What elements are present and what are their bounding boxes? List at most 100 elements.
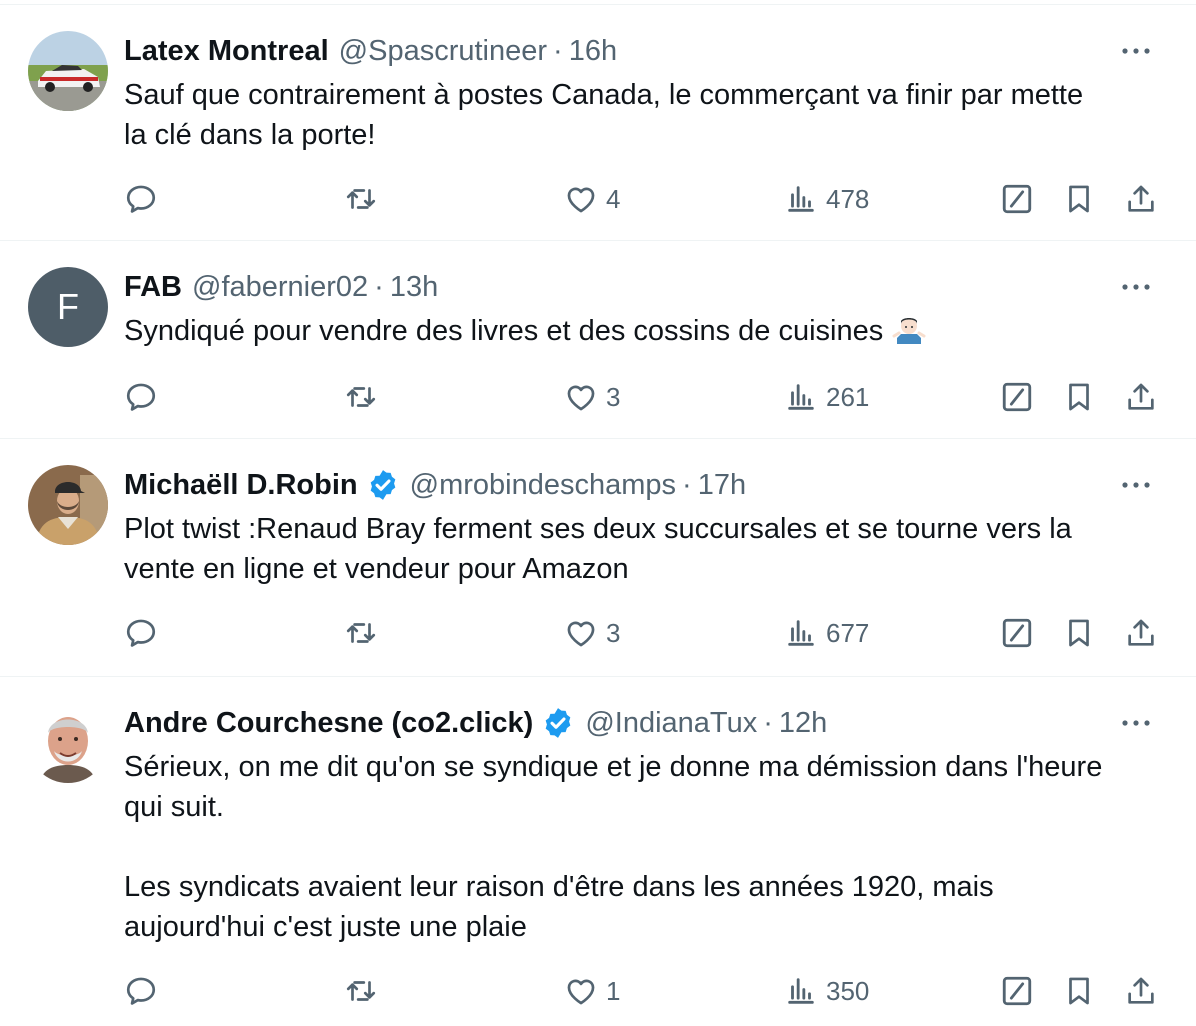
tweet-text-content: Syndiqué pour vendre des livres et des c… bbox=[124, 315, 884, 347]
author-name[interactable]: Andre Courchesne (co2.click) bbox=[124, 707, 533, 740]
bookmark-button[interactable] bbox=[1062, 377, 1096, 417]
separator-dot: · bbox=[682, 468, 692, 501]
tweet-text: Syndiqué pour vendre des livres et des c… bbox=[124, 311, 1174, 351]
grok-icon bbox=[1002, 618, 1032, 648]
tweet-text: Sauf que contrairement à postes Canada, … bbox=[124, 79, 1084, 151]
more-icon bbox=[1122, 284, 1150, 290]
like-button[interactable]: 4 bbox=[564, 179, 620, 219]
retweet-button[interactable] bbox=[344, 613, 378, 653]
verified-badge-icon[interactable] bbox=[541, 706, 575, 740]
share-button[interactable] bbox=[1124, 613, 1158, 653]
share-button[interactable] bbox=[1124, 971, 1158, 1011]
tweet-header: Andre Courchesne (co2.click) @IndianaTux… bbox=[124, 703, 1176, 743]
retweet-icon bbox=[346, 981, 376, 1001]
analytics-icon bbox=[788, 620, 814, 646]
separator-dot: · bbox=[553, 34, 563, 67]
tweet-text: Sérieux, on me dit qu'on se syndique et … bbox=[124, 751, 1103, 943]
avatar[interactable] bbox=[28, 465, 108, 545]
share-button[interactable] bbox=[1124, 179, 1158, 219]
share-icon bbox=[1128, 383, 1154, 410]
tweet[interactable]: Latex Montreal @Spascrutineer · 16h Sauf… bbox=[0, 4, 1196, 240]
bookmark-button[interactable] bbox=[1062, 179, 1096, 219]
tweet[interactable]: F FAB @fabernier02 · 13h Syndiqué pour v… bbox=[0, 240, 1196, 438]
bookmark-button[interactable] bbox=[1062, 971, 1096, 1011]
bookmark-icon bbox=[1069, 977, 1089, 1005]
retweet-button[interactable] bbox=[344, 971, 378, 1011]
tweet-actions: 1 350 bbox=[0, 971, 1196, 1011]
verified-badge-icon[interactable] bbox=[366, 468, 400, 502]
tweet-timestamp[interactable]: 12h bbox=[779, 707, 827, 740]
grok-button[interactable] bbox=[1000, 971, 1034, 1011]
views-button[interactable]: 478 bbox=[784, 179, 869, 219]
views-button[interactable]: 261 bbox=[784, 377, 869, 417]
more-options-button[interactable] bbox=[1120, 267, 1152, 307]
heart-icon bbox=[567, 979, 595, 1005]
author-name[interactable]: Michaëll D.Robin bbox=[124, 469, 358, 502]
man-with-cap-avatar-image bbox=[28, 465, 108, 545]
views-button[interactable]: 350 bbox=[784, 971, 869, 1011]
more-options-button[interactable] bbox=[1120, 31, 1152, 71]
like-button[interactable]: 3 bbox=[564, 377, 620, 417]
tweet-timestamp[interactable]: 17h bbox=[698, 469, 746, 502]
reply-button[interactable] bbox=[124, 179, 158, 219]
like-count: 3 bbox=[606, 617, 621, 648]
bookmark-button[interactable] bbox=[1062, 613, 1096, 653]
author-handle[interactable]: @IndianaTux bbox=[585, 707, 757, 740]
retweet-icon bbox=[346, 387, 376, 407]
view-count: 350 bbox=[826, 975, 870, 1006]
share-button[interactable] bbox=[1124, 377, 1158, 417]
tweet-header: Michaëll D.Robin @mrobindeschamps · 17h bbox=[124, 465, 1176, 505]
retweet-button[interactable] bbox=[344, 179, 378, 219]
bookmark-icon bbox=[1069, 383, 1089, 411]
avatar-letter: F bbox=[57, 286, 79, 327]
views-button[interactable]: 677 bbox=[784, 613, 869, 653]
grok-button[interactable] bbox=[1000, 613, 1034, 653]
tweet-actions: 3 261 bbox=[0, 377, 1196, 417]
separator-dot: · bbox=[763, 706, 773, 739]
author-name[interactable]: Latex Montreal bbox=[124, 35, 329, 68]
view-count: 261 bbox=[826, 381, 870, 412]
grok-button[interactable] bbox=[1000, 179, 1034, 219]
smiling-man-avatar-image bbox=[28, 703, 108, 783]
person-shrugging-emoji-icon bbox=[892, 318, 926, 344]
tweet[interactable]: Andre Courchesne (co2.click) @IndianaTux… bbox=[0, 676, 1196, 1026]
tweet[interactable]: Michaëll D.Robin @mrobindeschamps · 17h … bbox=[0, 438, 1196, 676]
share-icon bbox=[1128, 619, 1154, 646]
reply-button[interactable] bbox=[124, 971, 158, 1011]
grok-button[interactable] bbox=[1000, 377, 1034, 417]
share-icon bbox=[1128, 977, 1154, 1004]
avatar[interactable] bbox=[28, 31, 108, 111]
separator-dot: · bbox=[374, 270, 384, 303]
bookmark-icon bbox=[1069, 619, 1089, 647]
author-handle[interactable]: @mrobindeschamps bbox=[410, 469, 676, 502]
like-button[interactable]: 1 bbox=[564, 971, 620, 1011]
author-handle[interactable]: @Spascrutineer bbox=[339, 35, 547, 68]
reply-icon bbox=[126, 383, 156, 411]
more-options-button[interactable] bbox=[1120, 465, 1152, 505]
avatar[interactable]: F bbox=[28, 267, 108, 347]
more-options-button[interactable] bbox=[1120, 703, 1152, 743]
more-icon bbox=[1122, 482, 1150, 488]
reply-button[interactable] bbox=[124, 613, 158, 653]
author-name[interactable]: FAB bbox=[124, 271, 182, 304]
reply-button[interactable] bbox=[124, 377, 158, 417]
reply-icon bbox=[126, 619, 156, 647]
reply-icon bbox=[126, 977, 156, 1005]
heart-icon bbox=[567, 621, 595, 647]
like-count: 3 bbox=[606, 381, 621, 412]
tweet-timestamp[interactable]: 16h bbox=[569, 35, 617, 68]
retweet-button[interactable] bbox=[344, 377, 378, 417]
reply-icon bbox=[126, 185, 156, 213]
share-icon bbox=[1128, 185, 1154, 212]
heart-icon bbox=[567, 187, 595, 213]
author-handle[interactable]: @fabernier02 bbox=[192, 271, 368, 304]
heart-icon bbox=[567, 385, 595, 411]
tweet-text: Plot twist :Renaud Bray ferment ses deux… bbox=[124, 513, 1072, 585]
like-button[interactable]: 3 bbox=[564, 613, 620, 653]
more-icon bbox=[1122, 48, 1150, 54]
tweet-timestamp[interactable]: 13h bbox=[390, 271, 438, 304]
avatar[interactable] bbox=[28, 703, 108, 783]
tweet-header: FAB @fabernier02 · 13h bbox=[124, 267, 1176, 307]
analytics-icon bbox=[788, 978, 814, 1004]
tweet-replies-feed: Latex Montreal @Spascrutineer · 16h Sauf… bbox=[0, 0, 1196, 1026]
